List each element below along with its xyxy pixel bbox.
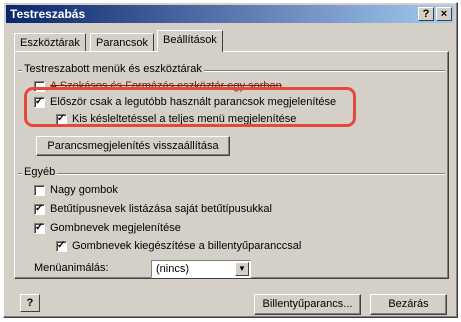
checkbox[interactable]: ✓	[34, 202, 45, 215]
chevron-down-icon[interactable]: ▼	[235, 262, 249, 276]
window-title: Testreszabás	[10, 7, 86, 21]
option-large-icons-row[interactable]: Nagy gombok	[34, 184, 118, 196]
checkbox[interactable]: ✓	[56, 112, 67, 125]
option-label: Gombnevek megjelenítése	[50, 222, 181, 234]
close-button[interactable]: Bezárás	[370, 294, 447, 315]
option-label: Először csak a legutóbb használt parancs…	[50, 96, 337, 108]
check-mark-icon: ✓	[57, 239, 66, 251]
menu-animation-select[interactable]: (nincs) ▼	[151, 260, 251, 278]
menus-group-label: Testreszabott menük és eszköztárak	[22, 63, 204, 75]
tab-commands[interactable]: Parancsok	[90, 33, 154, 52]
option-label: Nagy gombok	[50, 184, 118, 196]
option-screentips-row[interactable]: ✓ Gombnevek megjelenítése	[34, 222, 181, 234]
option-full-menu-delay-row[interactable]: ✓ Kis késleltetéssel a teljes menü megje…	[56, 113, 296, 125]
menus-group-divider: Testreszabott menük és eszköztárak	[18, 63, 445, 75]
option-font-names-row[interactable]: ✓ Betűtípusnevek listázása saját betűtíp…	[34, 203, 272, 215]
option-label: Betűtípusnevek listázása saját betűtípus…	[50, 203, 272, 215]
reset-usage-button[interactable]: Parancsmegjelenítés visszaállítása	[36, 136, 230, 156]
other-group-divider: Egyéb	[18, 166, 445, 178]
checkbox[interactable]: ✓	[56, 239, 67, 252]
other-group-label: Egyéb	[22, 166, 58, 178]
check-mark-icon: ✓	[35, 221, 44, 233]
check-mark-icon: ✓	[57, 112, 66, 124]
menu-animation-value: (nincs)	[156, 263, 190, 275]
option-label: Gombnevek kiegészítése a billentyűparanc…	[72, 240, 302, 252]
title-bar[interactable]: Testreszabás ? ×	[6, 5, 454, 23]
help-button[interactable]: ?	[20, 294, 40, 312]
tab-toolbars[interactable]: Eszköztárak	[14, 33, 86, 52]
close-title-button[interactable]: ×	[436, 7, 452, 21]
help-title-button[interactable]: ?	[418, 7, 434, 21]
option-recent-commands-row[interactable]: ✓ Először csak a legutóbb használt paran…	[34, 96, 336, 108]
tab-options[interactable]: Beállítások	[157, 30, 223, 52]
menu-animation-label: Menüanimálás:	[34, 262, 109, 274]
option-label: Kis késleltetéssel a teljes menü megjele…	[72, 113, 297, 125]
checkbox[interactable]: ✓	[34, 221, 45, 234]
checkbox[interactable]	[34, 184, 45, 196]
customize-dialog: Testreszabás ? × Eszköztárak Parancsok B…	[3, 2, 458, 318]
option-label: A Szokásos és Formázás eszköztár egy sor…	[50, 80, 282, 92]
check-mark-icon: ✓	[35, 95, 44, 107]
keyboard-shortcut-button[interactable]: Billentyűparancs...	[254, 294, 361, 315]
option-shortcut-keys-row[interactable]: ✓ Gombnevek kiegészítése a billentyűpara…	[56, 240, 301, 252]
checkbox[interactable]: ✓	[34, 95, 45, 108]
question-mark-icon: ?	[26, 297, 34, 309]
checkbox[interactable]	[34, 80, 45, 92]
check-mark-icon: ✓	[35, 202, 44, 214]
option-standard-formatting-row[interactable]: A Szokásos és Formázás eszköztár egy sor…	[34, 80, 282, 92]
